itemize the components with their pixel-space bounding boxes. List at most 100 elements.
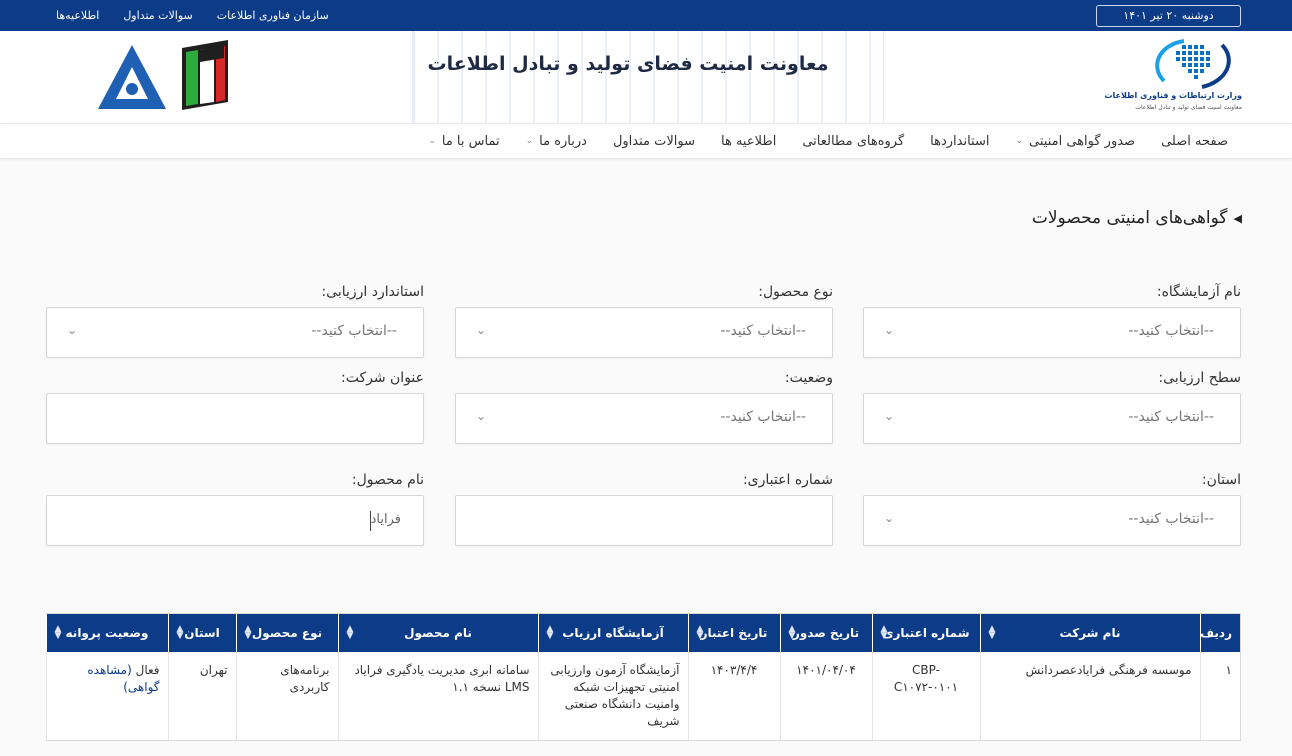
col-header-company[interactable]: نام شرکت ▲ ▼	[979, 614, 1200, 652]
col-header-expiry-date[interactable]: تاریخ اعتبار ▲ ▼	[687, 614, 780, 652]
company-label: عنوان شرکت:	[340, 370, 424, 386]
text-cursor	[370, 511, 371, 531]
site-header: وزارت ارتباطات و فناوری اطلاعات معاونت ا…	[0, 31, 1292, 123]
certificates-table: ردیف نام شرکت ▲ ▼ شماره اعتباری ▲ ▼ تاریخ صد…	[45, 613, 1241, 741]
main-nav: صفحه اصلی صدور گواهی امنیتی ⌄ استانداردها گر…	[0, 123, 1292, 159]
chevron-down-icon: ⌄	[67, 323, 78, 337]
table-header-row: ردیف نام شرکت ▲ ▼ شماره اعتباری ▲ ▼ تاریخ صد…	[45, 614, 1240, 652]
sort-icon: ▲ ▼	[788, 624, 796, 641]
date-display: دوشنبه ۲۰ تیر ۱۴۰۱	[1096, 5, 1241, 27]
col-header-issue-date[interactable]: تاریخ صدور ▲ ▼	[779, 614, 872, 652]
chevron-down-icon: ⌄	[476, 323, 487, 337]
standard-select[interactable]: --انتخاب کنید-- ⌄	[46, 307, 424, 358]
cell-issue-date: ۱۴۰۱/۰۴/۰۴	[779, 652, 872, 740]
cell-status: فعال (مشاهده گواهی)	[45, 652, 168, 740]
ministry-subtitle: معاونت امنیت فضای تولید و تبادل اطلاعات	[1135, 104, 1242, 111]
cell-product-name: سامانه ابری مدیریت یادگیری فراياد LMS نس…	[337, 652, 538, 740]
cell-index: ۱	[1199, 652, 1240, 740]
sort-icon: ▲ ▼	[880, 624, 888, 641]
col-header-index: ردیف	[1199, 614, 1240, 652]
level-select-placeholder: --انتخاب کنید--	[1128, 409, 1214, 425]
province-select-placeholder: --انتخاب کنید--	[1128, 511, 1214, 527]
page-title: ◀ گواهی‌های امنیتی محصولات	[1032, 208, 1242, 228]
nav-item-label: گروه‌های مطالعاتی	[802, 133, 905, 149]
lab-select[interactable]: --انتخاب کنید-- ⌄	[863, 307, 1241, 358]
nav-item-6[interactable]: درباره ما ⌄	[526, 134, 587, 149]
nav-item-7[interactable]: تماس با ما ⌄	[428, 134, 499, 149]
nav-item-2[interactable]: استانداردها	[930, 134, 989, 149]
nav-item-label: سوالات متداول	[612, 133, 695, 149]
nav-item-1[interactable]: صدور گواهی امنیتی ⌄	[1015, 134, 1135, 149]
title-caret-icon: ◀	[1233, 211, 1242, 225]
table-row: ۱ موسسه فرهنگی فرايادعصردانش CBP-C۱۰۷۲-۰…	[45, 652, 1240, 740]
nav-item-label: درباره ما	[539, 133, 587, 149]
nav-item-label: تماس با ما	[441, 133, 500, 149]
ministry-name: وزارت ارتباطات و فناوری اطلاعات	[1104, 91, 1242, 100]
company-input[interactable]	[46, 393, 424, 444]
sort-icon: ▲ ▼	[54, 624, 62, 641]
cell-expiry-date: ۱۴۰۳/۴/۴	[687, 652, 780, 740]
status-select[interactable]: --انتخاب کنید-- ⌄	[455, 393, 833, 444]
col-header-product-type[interactable]: نوع محصول ▲ ▼	[235, 614, 338, 652]
nav-item-label: استانداردها	[930, 133, 990, 149]
nav-item-label: صفحه اصلی	[1161, 133, 1228, 149]
cell-province: تهران	[167, 652, 236, 740]
top-link-faq[interactable]: سوالات متداول	[123, 9, 192, 22]
ministry-logo[interactable]: وزارت ارتباطات و فناوری اطلاعات معاونت ا…	[1104, 37, 1242, 117]
province-label: استان:	[1201, 472, 1241, 488]
product-name-input[interactable]: فراياد	[46, 495, 424, 546]
status-text: فعال	[135, 663, 160, 677]
lab-label: نام آزمایشگاه:	[1156, 284, 1241, 300]
cell-company: موسسه فرهنگی فرايادعصردانش	[979, 652, 1200, 740]
chevron-down-icon: ⌄	[884, 409, 895, 423]
status-select-placeholder: --انتخاب کنید--	[720, 409, 806, 425]
banner-title: معاونت امنیت فضای تولید و تبادل اطلاعات	[427, 53, 829, 75]
sort-icon: ▲ ▼	[346, 624, 354, 641]
province-select[interactable]: --انتخاب کنید-- ⌄	[863, 495, 1241, 546]
level-select[interactable]: --انتخاب کنید-- ⌄	[863, 393, 1241, 444]
ministry-emblem-icon	[1155, 39, 1231, 89]
page-title-text: گواهی‌های امنیتی محصولات	[1031, 208, 1228, 228]
col-header-status[interactable]: وضعیت پروانه ▲ ▼	[45, 614, 168, 652]
standard-label: استاندارد ارزیابی:	[321, 284, 424, 300]
sort-icon: ▲ ▼	[546, 624, 554, 641]
chevron-down-icon: ⌄	[884, 323, 895, 337]
lab-select-placeholder: --انتخاب کنید--	[1128, 323, 1214, 339]
product-type-select[interactable]: --انتخاب کنید-- ⌄	[455, 307, 833, 358]
product-name-input-value: فراياد	[370, 512, 401, 527]
top-link-ito[interactable]: سازمان فناوری اطلاعات	[217, 9, 329, 22]
top-links: اطلاعیه‌ها سوالات متداول سازمان فناوری ا…	[56, 0, 329, 31]
sort-icon: ▲ ▼	[696, 624, 704, 641]
nav-item-0[interactable]: صفحه اصلی	[1161, 134, 1228, 149]
chevron-down-icon: ⌄	[476, 409, 487, 423]
col-header-cert-number[interactable]: شماره اعتباری ▲ ▼	[871, 614, 980, 652]
cell-cert-number: CBP-C۱۰۷۲-۰۱۰۱	[871, 652, 980, 740]
col-header-province[interactable]: استان ▲ ▼	[167, 614, 236, 652]
nav-item-4[interactable]: اطلاعیه ها	[721, 134, 776, 149]
col-header-product-name[interactable]: نام محصول ▲ ▼	[337, 614, 538, 652]
nav-item-3[interactable]: گروه‌های مطالعاتی	[802, 134, 904, 149]
iran-flag-logo-icon[interactable]	[180, 38, 230, 110]
col-header-lab[interactable]: آزمایشگاه ارزیاب ▲ ▼	[537, 614, 688, 652]
nav-item-5[interactable]: سوالات متداول	[613, 134, 695, 149]
status-label: وضعیت:	[784, 370, 833, 386]
afta-logo-icon[interactable]	[96, 43, 168, 111]
cell-lab: آزمایشگاه آزمون وارزیابی امنیتی تجهیزات …	[537, 652, 688, 740]
standard-select-placeholder: --انتخاب کنید--	[311, 323, 397, 339]
chevron-down-icon: ⌄	[1015, 136, 1024, 146]
product-type-select-placeholder: --انتخاب کنید--	[720, 323, 806, 339]
cert-number-label: شماره اعتباری:	[742, 472, 833, 488]
sort-icon: ▲ ▼	[176, 624, 184, 641]
level-label: سطح ارزیابی:	[1158, 370, 1241, 386]
sort-icon: ▲ ▼	[244, 624, 252, 641]
chevron-down-icon: ⌄	[428, 136, 436, 146]
cell-product-type: برنامه‌های کاربردی	[235, 652, 338, 740]
nav-items: صفحه اصلی صدور گواهی امنیتی ⌄ استانداردها گر…	[428, 124, 1228, 158]
top-link-announcements[interactable]: اطلاعیه‌ها	[56, 9, 99, 22]
cert-number-input[interactable]	[455, 495, 833, 546]
nav-item-label: صدور گواهی امنیتی	[1029, 133, 1136, 149]
header-banner: معاونت امنیت فضای تولید و تبادل اطلاعات	[412, 31, 884, 123]
product-name-label: نام محصول:	[351, 472, 424, 488]
product-type-label: نوع محصول:	[758, 284, 833, 300]
nav-item-label: اطلاعیه ها	[721, 133, 777, 149]
